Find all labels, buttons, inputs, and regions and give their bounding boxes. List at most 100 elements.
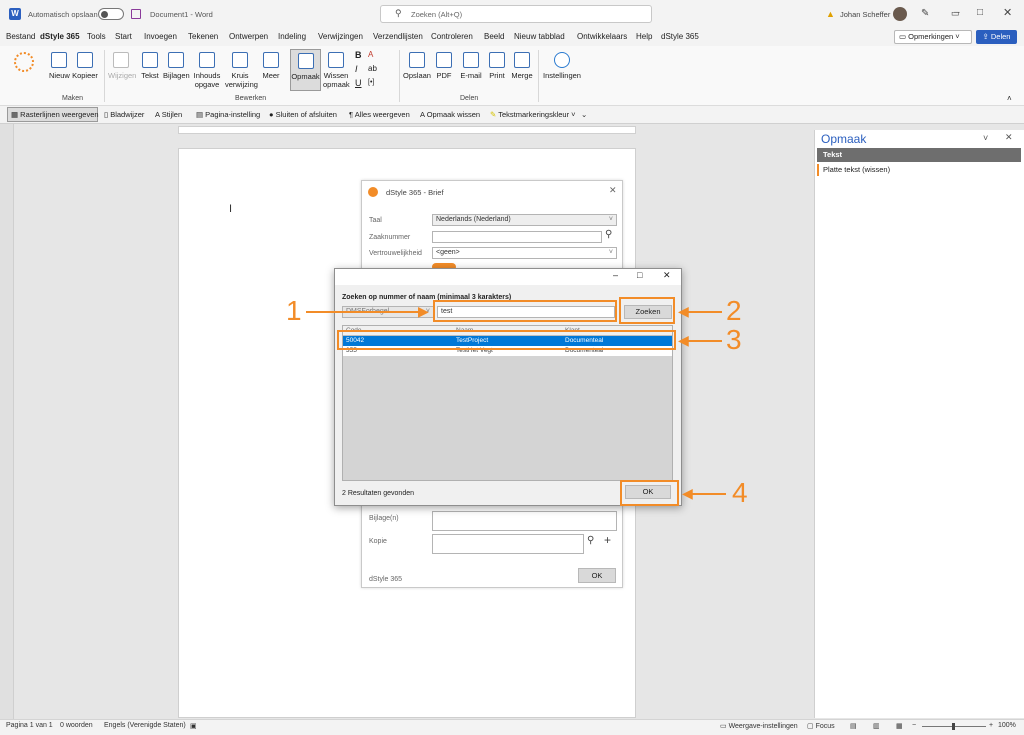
add-icon[interactable]: + (604, 533, 611, 547)
bold-icon[interactable]: B (355, 50, 362, 60)
tab-dstyle-2[interactable]: dStyle 365 (661, 32, 699, 41)
email-icon (463, 52, 479, 68)
zoom-slider[interactable] (922, 723, 986, 730)
opslaan-button[interactable]: Opslaan (403, 52, 431, 80)
pagina-instelling-button[interactable]: ▤ Pagina-instelling (196, 110, 260, 119)
page-count[interactable]: Pagina 1 van 1 (6, 722, 53, 729)
accessibility-icon[interactable]: ▣ (190, 722, 197, 730)
nieuw-button[interactable]: Nieuw (49, 52, 70, 80)
wijzigen-button[interactable]: Wijzigen (108, 52, 136, 80)
comments-button[interactable]: ▭ Opmerkingen ˅ (894, 30, 972, 44)
meer-button[interactable]: Meer (260, 52, 282, 80)
kruisverwijzing-button[interactable]: Kruis verwijzing (225, 52, 258, 89)
bijlagen-button[interactable]: Bijlagen (163, 52, 190, 80)
opmaak-button[interactable]: Opmaak (290, 49, 321, 91)
collapse-ribbon-icon[interactable]: ˄ (1007, 94, 1012, 103)
bladwijzer-button[interactable]: ▯ Bladwijzer (104, 110, 144, 119)
pane-close-icon[interactable]: ✕ (1005, 132, 1013, 143)
tab-indeling[interactable]: Indeling (278, 32, 306, 41)
tab-tools[interactable]: Tools (87, 32, 106, 41)
taal-select[interactable]: Nederlands (Nederland) ˅ (432, 214, 617, 226)
pane-options-icon[interactable]: ˅ (983, 133, 988, 143)
share-button[interactable]: ⇪ Delen (976, 30, 1017, 44)
opmaak-wissen-button[interactable]: A Opmaak wissen (420, 110, 480, 119)
instellingen-button[interactable]: Instellingen (543, 52, 581, 80)
tekst-button[interactable]: Tekst (140, 52, 160, 80)
read-mode-icon[interactable]: ▤ (850, 722, 857, 730)
tab-ontwerpen[interactable]: Ontwerpen (229, 32, 268, 41)
format-icon (297, 53, 314, 69)
tab-beeld[interactable]: Beeld (484, 32, 504, 41)
minimize-icon[interactable]: ‒ (954, 7, 960, 18)
email-button[interactable]: E-mail (458, 52, 484, 80)
brief-close-icon[interactable]: ✕ (609, 185, 617, 196)
tab-bestand[interactable]: Bestand (6, 32, 35, 41)
bijlage-input[interactable] (432, 511, 617, 531)
tab-verzendlijsten[interactable]: Verzendlijsten (373, 32, 423, 41)
tab-controleren[interactable]: Controleren (431, 32, 473, 41)
font-color-icon[interactable]: A (368, 50, 373, 59)
pen-icon[interactable]: ✎ (921, 8, 929, 19)
field-icon[interactable]: [•] (368, 79, 374, 86)
inhoudsopgave-button[interactable]: Inhouds opgave (193, 52, 221, 89)
print-layout-icon[interactable]: ▥ (873, 722, 880, 730)
tab-ontwikkelaars[interactable]: Ontwikkelaars (577, 32, 627, 41)
alles-weergeven-button[interactable]: ¶ Alles weergeven (349, 110, 410, 119)
share-icon: ⇪ (982, 32, 991, 41)
search-icon[interactable]: ⚲ (605, 229, 612, 240)
word-icon: W (9, 8, 21, 20)
tab-help[interactable]: Help (636, 32, 652, 41)
zoom-out-icon[interactable]: − (912, 722, 916, 729)
italic-icon[interactable]: I (355, 64, 358, 74)
zoom-in-icon[interactable]: + (989, 722, 993, 729)
underline-icon[interactable]: U (355, 78, 362, 88)
search-icon[interactable]: ⚲ (587, 535, 594, 546)
web-layout-icon[interactable]: ▦ (896, 722, 903, 730)
tekstmarkeringskleur-button[interactable]: ✎ Tekstmarkeringskleur ˅ (490, 110, 576, 119)
sluiten-button[interactable]: ● Sluiten of afsluiten (269, 110, 337, 119)
case-icon[interactable]: ab (368, 64, 377, 73)
tab-start[interactable]: Start (115, 32, 132, 41)
display-settings[interactable]: ▭ Weergave-instellingen (720, 722, 798, 730)
dstyle-logo-icon[interactable] (14, 52, 34, 72)
print-button[interactable]: Print (487, 52, 507, 80)
maximize-icon[interactable]: □ (977, 7, 983, 18)
document-title: Document1 - Word (150, 10, 213, 19)
tab-invoegen[interactable]: Invoegen (144, 32, 177, 41)
qat-more-icon[interactable]: ⌄ (581, 110, 587, 119)
stijlen-button[interactable]: A Stijlen (155, 110, 182, 119)
kopie-input[interactable] (432, 534, 584, 554)
wissen-opmaak-button[interactable]: Wissen opmaak (323, 52, 350, 89)
page-setup-icon: ▤ (196, 110, 206, 119)
search-box[interactable]: ⚲ Zoeken (Alt+Q) (380, 5, 652, 23)
brief-footer: dStyle 365 (369, 576, 403, 583)
toc-icon (199, 52, 215, 68)
brief-ok-button[interactable]: OK (578, 568, 616, 583)
tab-verwijzingen[interactable]: Verwijzingen (318, 32, 363, 41)
autosave-toggle[interactable] (98, 8, 124, 20)
close-icon[interactable]: ✕ (663, 270, 671, 281)
maximize-icon[interactable]: □ (637, 270, 642, 280)
tab-nieuw-tabblad[interactable]: Nieuw tabblad (514, 32, 565, 41)
callout-arrow-2 (686, 311, 722, 313)
zaaknummer-input[interactable] (432, 231, 602, 243)
merge-button[interactable]: Merge (510, 52, 534, 80)
pdf-button[interactable]: PDF (434, 52, 454, 80)
avatar[interactable] (893, 7, 907, 21)
minimize-icon[interactable]: ‒ (613, 270, 618, 280)
warning-icon[interactable]: ▲ (826, 9, 835, 19)
gear-icon (554, 52, 570, 68)
close-icon[interactable]: ✕ (1003, 6, 1012, 19)
tab-dstyle[interactable]: dStyle 365 (40, 32, 80, 41)
focus-button[interactable]: ▢ Focus (807, 722, 835, 730)
grid-icon: ▦ (11, 110, 21, 119)
kopieer-button[interactable]: Kopieer (72, 52, 98, 80)
save-icon[interactable] (131, 9, 141, 19)
tab-tekenen[interactable]: Tekenen (188, 32, 218, 41)
pane-item[interactable]: Platte tekst (wissen) (817, 164, 1021, 176)
word-count[interactable]: 0 woorden (60, 722, 93, 729)
vertrouwelijkheid-select[interactable]: <geen> ˅ (432, 247, 617, 259)
edit-icon (113, 52, 129, 68)
zoom-level[interactable]: 100% (998, 722, 1016, 729)
language[interactable]: Engels (Verenigde Staten) (104, 722, 186, 729)
